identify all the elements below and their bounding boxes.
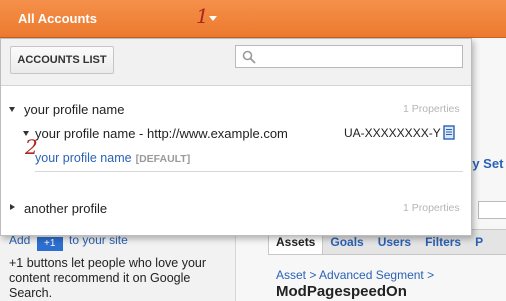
- properties-count: 1 Properties: [403, 202, 460, 214]
- breadcrumb[interactable]: Asset > Advanced Segment >: [276, 268, 434, 282]
- plusone-button-icon[interactable]: +1: [36, 237, 63, 251]
- copy-icon[interactable]: [443, 125, 455, 140]
- account-name[interactable]: your profile name: [24, 102, 124, 117]
- top-nav-bar: All Accounts: [0, 0, 506, 38]
- expand-arrow-icon[interactable]: [9, 107, 15, 112]
- page-heading: ModPagespeedOn: [276, 283, 407, 300]
- tracking-id: UA-XXXXXXXX-Y: [344, 126, 441, 140]
- plusone-description: +1 buttons let people who love your cont…: [9, 256, 207, 300]
- accounts-list-button[interactable]: ACCOUNTS LIST: [10, 46, 114, 74]
- accounts-dropdown: ACCOUNTS LIST your profile name 1 Proper…: [0, 38, 472, 236]
- property-name[interactable]: your profile name - http://www.example.c…: [35, 126, 288, 141]
- divider: [35, 171, 463, 172]
- annotation-number-2: 2: [25, 135, 38, 159]
- chevron-down-icon[interactable]: [209, 16, 217, 21]
- profile-name[interactable]: your profile name: [35, 151, 132, 165]
- profile-link[interactable]: your profile name [DEFAULT]: [35, 151, 190, 165]
- search-icon: [242, 50, 256, 64]
- search-input[interactable]: [235, 45, 463, 68]
- default-badge: [DEFAULT]: [135, 153, 191, 165]
- settings-link-partial[interactable]: ty Set: [468, 156, 503, 171]
- all-accounts-menu[interactable]: All Accounts: [18, 11, 97, 26]
- account-name[interactable]: another profile: [24, 201, 107, 216]
- dropdown-header: ACCOUNTS LIST: [1, 39, 471, 86]
- properties-count: 1 Properties: [403, 103, 460, 115]
- collapse-arrow-icon[interactable]: [10, 204, 15, 210]
- background-input-partial[interactable]: [478, 201, 506, 219]
- annotation-number-1: 1: [196, 4, 209, 28]
